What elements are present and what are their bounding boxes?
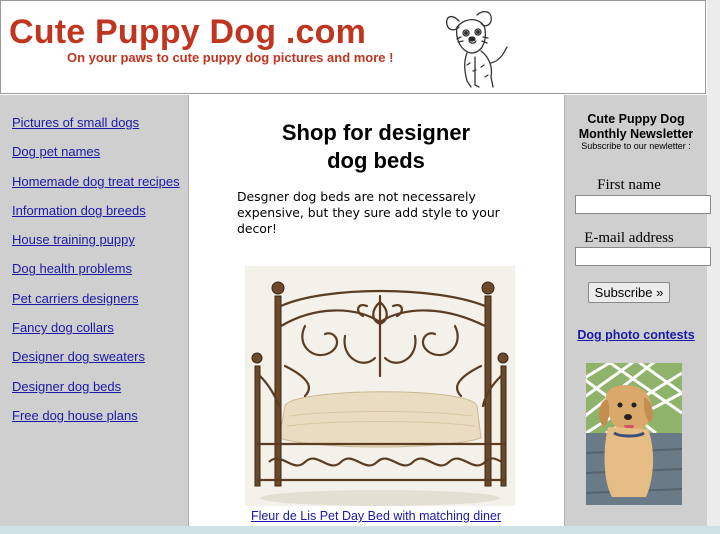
- scrollbar-area[interactable]: [707, 0, 720, 534]
- page-title: Shop for designer dog beds: [281, 120, 471, 173]
- product-link[interactable]: Fleur de Lis Pet Day Bed with matching d…: [251, 509, 501, 523]
- first-name-field[interactable]: [575, 195, 711, 214]
- dog-photo-contests-link-wrap: Dog photo contests: [565, 328, 707, 342]
- dog-photo-contests-link[interactable]: Dog photo contests: [577, 328, 694, 342]
- site-header: Cute Puppy Dog .com On your paws to cute…: [0, 0, 706, 94]
- sidebar-item-collars: Fancy dog collars: [12, 319, 180, 348]
- newsletter-sidebar: Cute Puppy Dog Monthly Newsletter Subscr…: [564, 95, 711, 527]
- email-label: E-mail address: [584, 230, 674, 246]
- sidebar-item-house-plans: Free dog house plans: [12, 407, 180, 436]
- product-caption: Fleur de Lis Pet Day Bed with matching d…: [190, 509, 562, 523]
- intro-text: Desgner dog beds are not necessarely exp…: [237, 189, 500, 236]
- dog-bed-product-image[interactable]: [245, 266, 515, 506]
- sketch-dog-logo-icon: [445, 10, 508, 88]
- main-content: Shop for designer dog beds Desgner dog b…: [190, 95, 562, 527]
- sidebar-nav: Pictures of small dogs Dog pet names Hom…: [0, 95, 189, 527]
- newsletter-subtitle: Subscribe to our newletter :: [581, 141, 691, 151]
- sidebar-link[interactable]: Pet carriers designers: [12, 291, 138, 306]
- sidebar-item-treat-recipes: Homemade dog treat recipes: [12, 173, 180, 202]
- sidebar-link[interactable]: Dog pet names: [12, 144, 100, 159]
- bottom-status-bar: [0, 526, 720, 534]
- sidebar-link[interactable]: Information dog breeds: [12, 203, 146, 218]
- sidebar-link[interactable]: Free dog house plans: [12, 408, 138, 423]
- sidebar-link[interactable]: Designer dog beds: [12, 379, 121, 394]
- newsletter-title: Cute Puppy Dog Monthly Newsletter: [578, 112, 694, 141]
- sidebar-item-small-dogs: Pictures of small dogs: [12, 114, 180, 143]
- first-name-label: First name: [597, 177, 661, 193]
- sidebar-item-house-training: House training puppy: [12, 231, 180, 260]
- sidebar-link[interactable]: Pictures of small dogs: [12, 115, 139, 130]
- email-field[interactable]: [575, 247, 711, 266]
- sidebar-link[interactable]: Fancy dog collars: [12, 320, 114, 335]
- sidebar-item-carriers: Pet carriers designers: [12, 290, 180, 319]
- sidebar-link[interactable]: Designer dog sweaters: [12, 349, 145, 364]
- sidebar-link[interactable]: Homemade dog treat recipes: [12, 174, 180, 189]
- sidebar-item-pet-names: Dog pet names: [12, 143, 180, 172]
- subscribe-button[interactable]: Subscribe »: [588, 282, 670, 303]
- sidebar-link[interactable]: House training puppy: [12, 232, 135, 247]
- site-title[interactable]: Cute Puppy Dog .com: [9, 13, 366, 52]
- sidebar-link[interactable]: Dog health problems: [12, 261, 132, 276]
- puppy-photo-image[interactable]: [586, 363, 682, 505]
- sidebar-item-dog-breeds: Information dog breeds: [12, 202, 180, 231]
- sidebar-item-sweaters: Designer dog sweaters: [12, 348, 180, 377]
- sidebar-item-health: Dog health problems: [12, 260, 180, 289]
- sidebar-item-beds: Designer dog beds: [12, 378, 180, 407]
- site-tagline: On your paws to cute puppy dog pictures …: [67, 50, 394, 65]
